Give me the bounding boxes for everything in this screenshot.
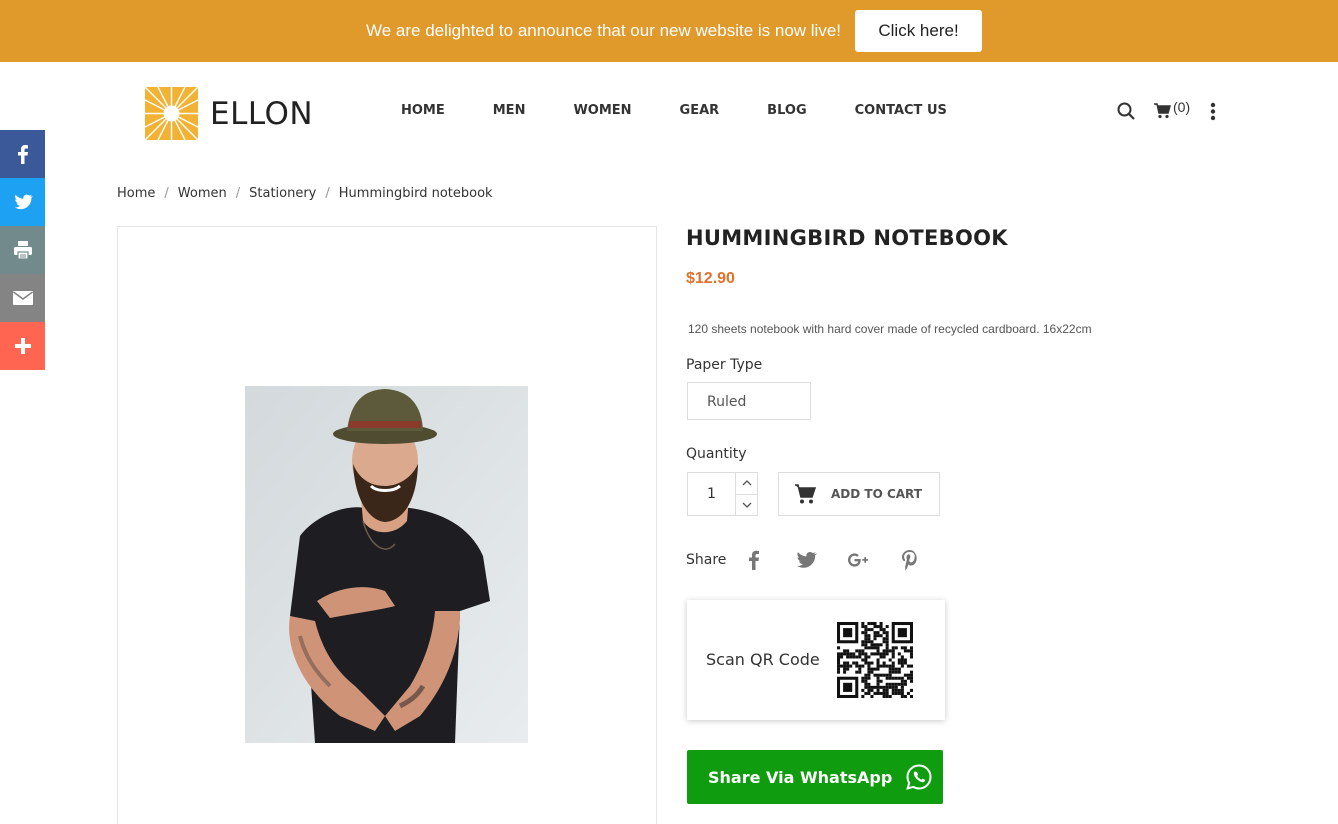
quantity-decrease-button[interactable] [736, 493, 757, 516]
twitter-icon[interactable] [794, 548, 818, 572]
quantity-input[interactable] [688, 473, 735, 515]
sidebar-email-button[interactable] [0, 274, 45, 322]
logo-text: ELLON [210, 95, 314, 132]
sidebar-twitter-button[interactable] [0, 178, 45, 226]
cart-icon[interactable] [1154, 103, 1171, 119]
qr-code-label: Scan QR Code [706, 650, 820, 669]
share-label: Share [686, 552, 727, 568]
nav-women[interactable]: WOMEN [573, 103, 631, 118]
pinterest-icon[interactable] [898, 548, 922, 572]
announcement-click-here-button[interactable]: Click here! [855, 10, 983, 52]
nav-gear[interactable]: GEAR [680, 103, 720, 118]
cart-count[interactable]: (0) [1173, 99, 1190, 115]
share-via-whatsapp-button[interactable]: Share Via WhatsApp [687, 750, 943, 804]
breadcrumb-separator: / [164, 186, 169, 201]
chevron-up-icon [742, 480, 751, 486]
chevron-down-icon [742, 502, 751, 508]
nav-home[interactable]: HOME [401, 103, 445, 118]
header-actions: (0) [1117, 99, 1216, 121]
qr-code-image [837, 622, 913, 698]
quantity-stepper [687, 472, 758, 516]
nav-contact-us[interactable]: CONTACT US [855, 103, 947, 118]
quantity-arrows [735, 473, 757, 515]
google-plus-icon[interactable] [846, 548, 870, 572]
announcement-text: We are delighted to announce that our ne… [365, 21, 842, 40]
whatsapp-icon [906, 764, 932, 790]
paper-type-select[interactable]: Ruled [687, 382, 811, 420]
announcement-bar: We are delighted to announce that our ne… [0, 0, 1338, 62]
paper-type-label: Paper Type [686, 357, 763, 373]
qr-code-card: Scan QR Code [687, 600, 945, 720]
breadcrumb-separator: / [235, 186, 241, 201]
main-nav: HOME MEN WOMEN GEAR BLOG CONTACT US [401, 103, 995, 118]
product-photo[interactable] [245, 386, 528, 743]
facebook-icon[interactable] [742, 548, 766, 572]
breadcrumb-current: Hummingbird notebook [338, 186, 493, 201]
product-title: HUMMINGBIRD NOTEBOOK [686, 226, 1008, 250]
sidebar-more-button[interactable] [0, 322, 45, 370]
nav-blog[interactable]: BLOG [767, 103, 806, 118]
print-icon [13, 241, 32, 260]
twitter-icon [14, 194, 33, 210]
search-icon[interactable] [1117, 102, 1135, 120]
add-to-cart-button[interactable]: ADD TO CART [778, 472, 940, 516]
site-logo[interactable]: ELLON [145, 87, 313, 140]
breadcrumb-home[interactable]: Home [117, 186, 155, 201]
facebook-icon [17, 145, 28, 164]
product-description: 120 sheets notebook with hard cover made… [688, 322, 1092, 336]
quantity-label: Quantity [686, 446, 747, 462]
email-icon [12, 291, 33, 305]
nav-men[interactable]: MEN [493, 103, 526, 118]
sidebar-print-button[interactable] [0, 226, 45, 274]
cart-icon [795, 484, 816, 504]
whatsapp-label: Share Via WhatsApp [708, 767, 893, 787]
quantity-increase-button[interactable] [736, 473, 757, 494]
sunburst-logo-icon [145, 87, 198, 140]
social-share-sidebar [0, 130, 45, 370]
sidebar-facebook-button[interactable] [0, 130, 45, 178]
share-row: Share [686, 548, 950, 572]
add-to-cart-label: ADD TO CART [831, 487, 922, 501]
breadcrumb-stationery[interactable]: Stationery [249, 186, 316, 201]
kebab-menu-icon[interactable] [1210, 101, 1216, 121]
plus-icon [14, 338, 31, 354]
breadcrumb: Home / Women / Stationery / Hummingbird … [117, 186, 493, 201]
product-price: $12.90 [686, 270, 735, 287]
breadcrumb-women[interactable]: Women [178, 186, 227, 201]
breadcrumb-separator: / [325, 186, 330, 201]
